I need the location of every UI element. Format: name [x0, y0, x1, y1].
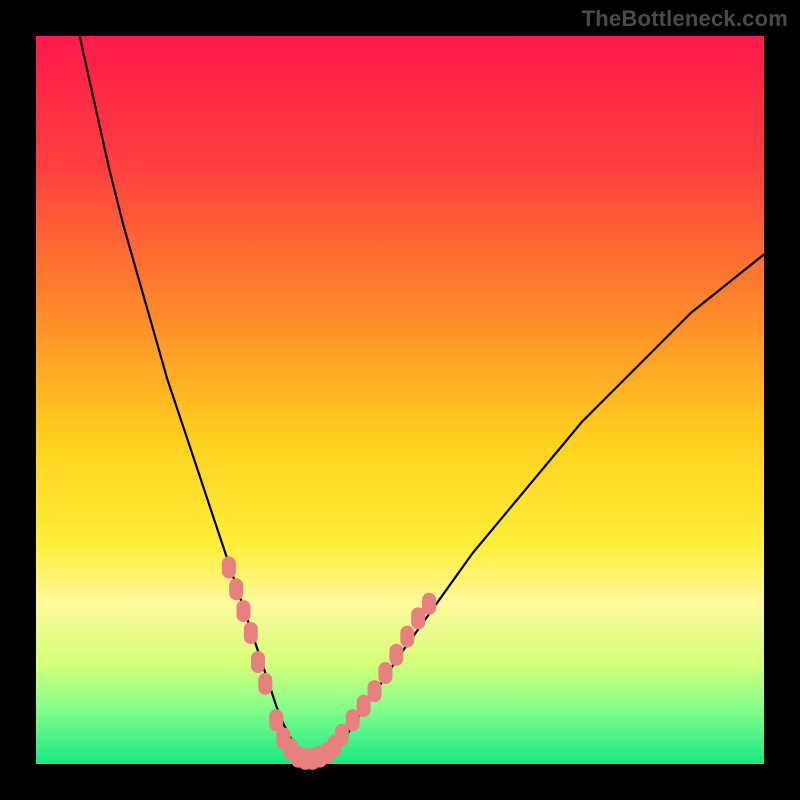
bottleneck-curve: [80, 36, 764, 760]
marker-dot: [244, 622, 258, 644]
marker-dot: [368, 680, 382, 702]
marker-dot: [229, 578, 243, 600]
marker-dot: [422, 593, 436, 615]
marker-dot: [389, 644, 403, 666]
outer-frame: TheBottleneck.com: [0, 0, 800, 800]
highlight-markers: [222, 556, 436, 770]
marker-dot: [378, 662, 392, 684]
marker-dot: [251, 651, 265, 673]
marker-dot: [222, 556, 236, 578]
watermark-text: TheBottleneck.com: [582, 6, 788, 32]
marker-dot: [258, 673, 272, 695]
marker-dot: [237, 600, 251, 622]
chart-svg: [36, 36, 764, 764]
marker-dot: [400, 626, 414, 648]
